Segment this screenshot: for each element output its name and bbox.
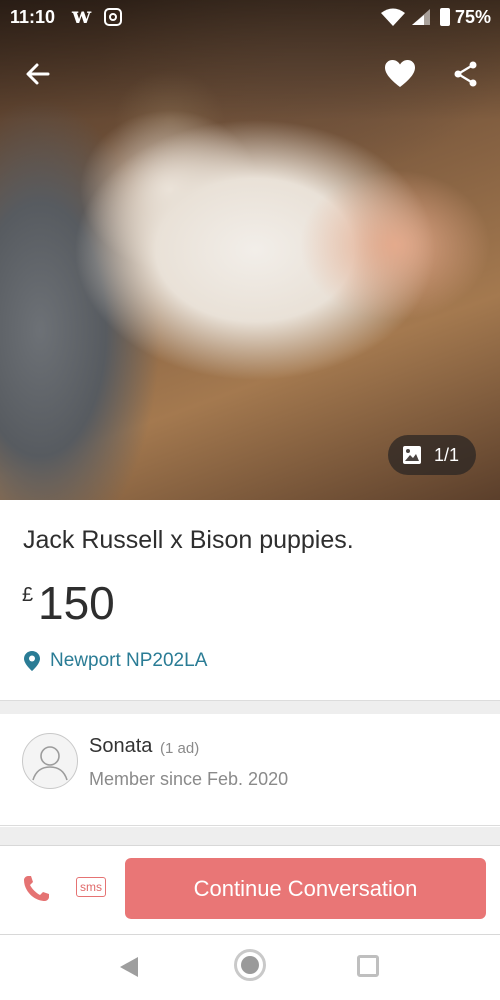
listing-title: Jack Russell x Bison puppies. <box>23 526 354 554</box>
heart-icon <box>385 60 415 87</box>
user-icon <box>32 746 68 781</box>
nav-home-icon[interactable] <box>234 949 266 981</box>
battery-icon <box>440 8 450 26</box>
battery-percent: 75% <box>455 7 492 27</box>
seller-name[interactable]: Sonata <box>89 735 152 758</box>
continue-conversation-button[interactable]: Continue Conversation <box>125 858 486 919</box>
w-app-icon: w <box>72 3 91 29</box>
price-value: 150 <box>38 577 115 629</box>
map-pin-icon <box>24 651 40 671</box>
status-time: 11:10 <box>10 7 56 27</box>
location-text: Newport NP202LA <box>50 650 208 671</box>
signal-icon <box>412 9 430 25</box>
divider <box>0 700 500 714</box>
nav-recents-icon[interactable] <box>357 955 379 977</box>
arrow-left-icon <box>26 63 50 85</box>
phone-icon <box>24 876 49 901</box>
instagram-icon <box>104 8 122 26</box>
seller-ad-count: (1 ad) <box>160 740 200 757</box>
avatar[interactable] <box>22 733 78 789</box>
nav-back-icon[interactable] <box>118 955 140 979</box>
image-counter-text: 1/1 <box>434 444 460 465</box>
listing-location[interactable]: Newport NP202LA <box>24 650 207 672</box>
member-since: Member since Feb. 2020 <box>89 769 289 789</box>
gallery-icon <box>403 446 421 464</box>
favorite-button[interactable] <box>382 56 418 92</box>
call-button[interactable] <box>20 873 52 905</box>
sms-button[interactable]: sms <box>76 877 106 897</box>
share-icon <box>454 61 477 87</box>
listing-photo[interactable] <box>0 0 500 500</box>
back-button[interactable] <box>20 56 56 92</box>
image-counter[interactable]: 1/1 <box>388 435 476 475</box>
share-button[interactable] <box>448 56 484 92</box>
divider <box>0 827 500 845</box>
price-currency: £ <box>22 584 34 606</box>
wifi-icon <box>381 8 405 26</box>
status-bar: 11:10 w 75% <box>0 0 500 34</box>
